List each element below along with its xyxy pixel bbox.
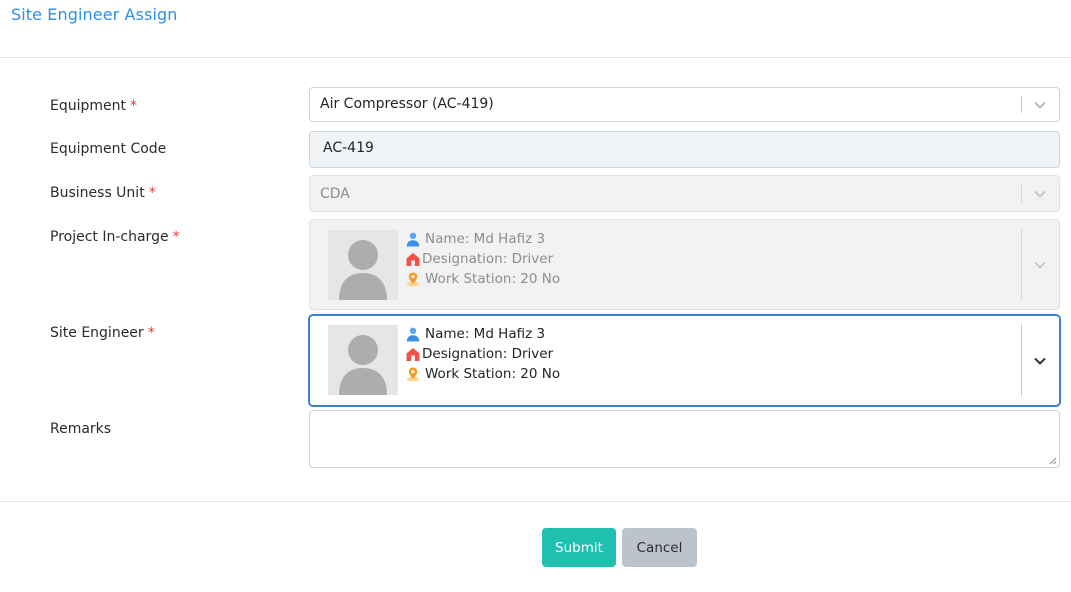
person-workstation-row: Work Station: 20 No [405,364,560,384]
equipment-code-label: Equipment Code [50,141,166,157]
person-name-row: Name: Md Hafiz 3 [405,229,560,249]
project-incharge-label: Project In-charge * [50,229,180,245]
footer-divider [0,501,1071,502]
business-unit-value: CDA [320,186,350,202]
equipment-code-input: AC-419 [309,131,1060,168]
resize-handle-icon[interactable] [1049,457,1057,465]
required-marker: * [148,185,156,201]
project-incharge-select: Name: Md Hafiz 3 Designation: Driver Wor… [309,219,1060,310]
remarks-textarea[interactable] [309,410,1060,468]
person-workstation: Work Station: 20 No [425,271,561,287]
person-workstation-row: Work Station: 20 No [405,269,560,289]
equipment-label: Equipment * [50,98,137,114]
person-designation-row: Designation: Driver [405,344,560,364]
person-name-row: Name: Md Hafiz 3 [405,324,560,344]
business-unit-label: Business Unit * [50,185,156,201]
person-name: Name: Md Hafiz 3 [425,231,546,247]
site-engineer-label-text: Site Engineer [50,325,144,341]
avatar-placeholder-icon [328,325,398,395]
chevron-down-icon [1034,261,1046,268]
equipment-label-text: Equipment [50,98,126,114]
user-icon [406,327,420,342]
select-separator [1021,229,1022,300]
select-separator [1021,324,1022,397]
site-engineer-label: Site Engineer * [50,325,155,341]
project-incharge-label-text: Project In-charge [50,229,169,245]
chevron-down-icon [1034,190,1046,197]
equipment-code-label-text: Equipment Code [50,141,167,157]
person-workstation: Work Station: 20 No [425,366,561,382]
required-marker: * [172,229,180,245]
user-icon [406,232,420,247]
person-designation: Designation: Driver [422,251,554,267]
person-designation: Designation: Driver [422,346,554,362]
equipment-select[interactable]: Air Compressor (AC-419) [309,87,1060,122]
business-unit-label-text: Business Unit [50,185,145,201]
person-info: Name: Md Hafiz 3 Designation: Driver Wor… [405,229,560,289]
site-engineer-select[interactable]: Name: Md Hafiz 3 Designation: Driver Wor… [309,315,1060,406]
equipment-value: Air Compressor (AC-419) [320,96,494,112]
avatar-placeholder-icon [328,230,398,300]
page-title: Site Engineer Assign [11,5,178,24]
person-info: Name: Md Hafiz 3 Designation: Driver Wor… [405,324,560,384]
house-icon [406,348,420,361]
person-designation-row: Designation: Driver [405,249,560,269]
select-separator [1021,96,1022,113]
required-marker: * [130,98,137,114]
business-unit-select: CDA [309,175,1060,212]
remarks-label: Remarks [50,421,111,437]
house-icon [406,253,420,266]
required-marker: * [147,325,155,341]
cancel-button[interactable]: Cancel [622,528,697,567]
chevron-down-icon[interactable] [1033,354,1047,368]
chevron-down-icon[interactable] [1033,98,1047,112]
person-name: Name: Md Hafiz 3 [425,326,546,342]
remarks-label-text: Remarks [50,421,112,437]
location-icon [407,367,419,382]
select-separator [1021,184,1022,203]
submit-button[interactable]: Submit [542,528,616,567]
location-icon [407,272,419,287]
equipment-code-value: AC-419 [323,140,374,156]
modal-header: Site Engineer Assign [0,0,1071,58]
